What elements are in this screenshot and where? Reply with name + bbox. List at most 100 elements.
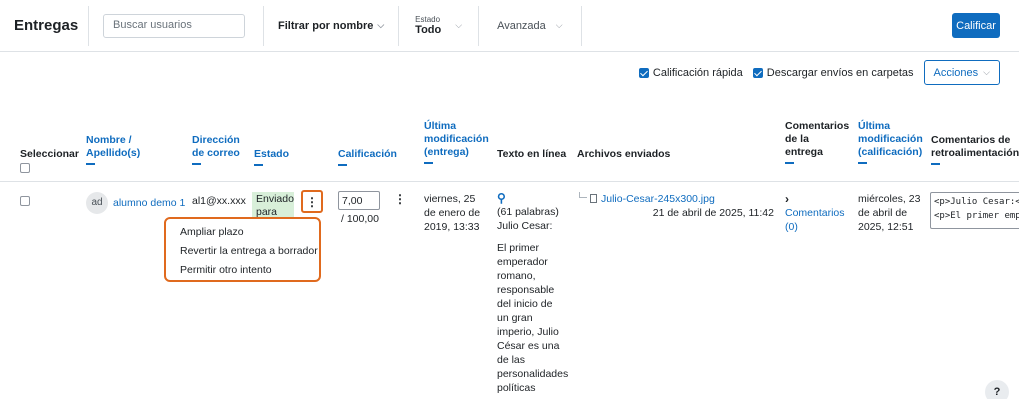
estado-value: Todo <box>415 24 442 36</box>
feedback-textarea[interactable]: <p>Julio Cesar:</p> <p>El primer emperad… <box>930 192 1019 229</box>
menu-item-permitir-intento[interactable]: Permitir otro intento <box>166 261 319 280</box>
divider <box>88 5 89 46</box>
options-bar: Calificación rápida Descargar envíos en … <box>638 60 1000 85</box>
grade-cell: 7,00 / 100,00 <box>338 191 380 226</box>
table-header-divider <box>0 181 1019 182</box>
grade-menu-kebab-icon[interactable]: ⋮ <box>394 192 406 206</box>
feedback-line: <p>El primer emperador <box>934 211 1019 221</box>
col-feedback: Comentarios de retroalimentación <box>931 134 1019 165</box>
col-label-line: de la <box>785 133 809 145</box>
feedback-line: <p>Julio Cesar:</p> <box>934 197 1019 207</box>
page-title: Entregas <box>14 17 79 34</box>
grade-input[interactable]: 7,00 <box>338 191 380 210</box>
sort-dash-icon <box>785 162 794 164</box>
avanzada-dropdown[interactable]: Avanzada ⌵ <box>479 20 581 32</box>
col-label-line: (calificación) <box>858 146 923 158</box>
col-label-line: entrega <box>785 146 823 158</box>
sort-dash-icon <box>931 163 940 165</box>
col-ultima-mod-entrega[interactable]: Última modificación (entrega) <box>424 120 489 164</box>
acciones-label: Acciones <box>933 66 979 79</box>
status-badge: Enviado para <box>252 192 294 220</box>
checkbox-checked-icon <box>752 67 763 78</box>
comments-link[interactable]: Comentarios (0) <box>785 206 847 234</box>
col-texto-label: Texto en línea <box>497 148 567 160</box>
menu-item-revertir-borrador[interactable]: Revertir la entrega a borrador <box>166 242 319 261</box>
select-all-checkbox[interactable] <box>20 163 30 173</box>
last-mod-date: viernes, 25 de enero de 2019, 13:33 <box>424 193 481 233</box>
col-estado[interactable]: Estado <box>254 148 289 166</box>
comments-cell: › Comentarios (0) <box>785 192 847 234</box>
col-comentarios-entrega: Comentarios de la entrega <box>785 120 849 164</box>
estado-dropdown[interactable]: Estado Todo ⌵ <box>399 15 478 36</box>
sort-dash-icon <box>86 163 95 165</box>
col-label-line: modificación <box>858 133 923 145</box>
tree-branch-icon <box>579 192 587 198</box>
col-correo-label: de correo <box>192 147 240 159</box>
checkbox-checked-icon <box>638 67 649 78</box>
col-ultima-mod-calificacion[interactable]: Última modificación (calificación) <box>858 120 923 164</box>
col-calificacion-label: Calificación <box>338 148 397 160</box>
quick-grading-label: Calificación rápida <box>652 66 743 79</box>
word-count: (61 palabras) <box>497 206 559 218</box>
student-name-link[interactable]: alumno demo 1 <box>113 196 185 210</box>
acciones-dropdown[interactable]: Acciones ⌵ <box>923 60 1000 85</box>
chevron-down-icon: ⌵ <box>377 20 385 30</box>
chevron-down-icon: ⌵ <box>555 20 563 30</box>
sort-dash-icon <box>338 164 347 166</box>
file-icon <box>590 193 597 203</box>
row-select-checkbox[interactable] <box>20 196 30 206</box>
email-cell: al1@xx.xxx <box>192 195 246 207</box>
file-link[interactable]: Julio-Cesar-245x300.jpg <box>601 193 715 205</box>
col-apellidos-label: Apellido(s) <box>86 147 141 159</box>
help-button[interactable]: ? <box>985 380 1009 399</box>
top-bar: Entregas Buscar usuarios Filtrar por nom… <box>0 0 1019 52</box>
download-folders-label: Descargar envíos en carpetas <box>766 66 914 79</box>
col-label-line: modificación <box>424 133 489 145</box>
kebab-icon: ⋮ <box>306 194 318 209</box>
magnify-icon[interactable]: ⚲ <box>497 192 567 205</box>
col-archivos-label: Archivos enviados <box>577 148 671 160</box>
text-intro: Julio Cesar: <box>497 220 553 232</box>
col-direccion[interactable]: Dirección de correo <box>192 134 240 165</box>
sort-dash-icon <box>192 163 201 165</box>
col-nombre-label: Nombre / <box>86 134 132 146</box>
filter-by-name-dropdown[interactable]: Filtrar por nombre ⌵ <box>264 20 398 32</box>
col-archivos: Archivos enviados <box>577 148 670 161</box>
avanzada-label: Avanzada <box>497 19 546 32</box>
file-date: 21 de abril de 2025, 11:42 <box>652 207 774 219</box>
menu-item-ampliar-plazo[interactable]: Ampliar plazo <box>166 223 319 242</box>
text-body: El primer emperador romano, responsable … <box>497 242 569 394</box>
col-estado-label: Estado <box>254 148 290 160</box>
chevron-down-icon: ⌵ <box>983 67 990 77</box>
sort-dash-icon <box>254 164 263 166</box>
col-direccion-label: Dirección <box>192 134 240 146</box>
avatar: ad <box>86 192 108 214</box>
col-seleccionar-label: Seleccionar <box>20 148 79 160</box>
download-folders-checkbox[interactable]: Descargar envíos en carpetas <box>752 66 914 79</box>
calificar-button[interactable]: Calificar <box>952 13 1000 38</box>
grade-mod-date: miércoles, 23 de abril de 2025, 12:51 <box>858 193 921 233</box>
col-label-line: Comentarios <box>785 120 850 132</box>
sort-dash-icon <box>858 162 867 164</box>
row-actions-menu: Ampliar plazo Revertir la entrega a borr… <box>164 217 321 282</box>
col-label-line: Última <box>424 120 457 132</box>
chevron-right-icon[interactable]: › <box>785 192 847 206</box>
files-cell: Julio-Cesar-245x300.jpg 21 de abril de 2… <box>579 192 774 220</box>
row-actions-menu-button[interactable]: ⋮ <box>301 190 323 213</box>
col-seleccionar: Seleccionar <box>20 148 79 177</box>
student-cell: ad alumno demo 1 <box>86 192 185 214</box>
col-calificacion[interactable]: Calificación <box>338 148 397 166</box>
col-label-line: (entrega) <box>424 146 469 158</box>
search-input[interactable]: Buscar usuarios <box>103 13 245 38</box>
grade-max: / 100,00 <box>341 213 379 225</box>
divider <box>580 5 582 46</box>
col-nombre[interactable]: Nombre / Apellido(s) <box>86 134 140 165</box>
col-texto: Texto en línea <box>497 148 566 161</box>
col-label-line: retroalimentación <box>931 147 1019 159</box>
filter-label: Filtrar por nombre <box>278 19 374 32</box>
chevron-down-icon: ⌵ <box>455 20 463 30</box>
sort-dash-icon <box>424 162 433 164</box>
estado-label: Estado <box>415 15 441 24</box>
col-label-line: Comentarios de <box>931 134 1011 146</box>
quick-grading-checkbox[interactable]: Calificación rápida <box>638 66 743 79</box>
